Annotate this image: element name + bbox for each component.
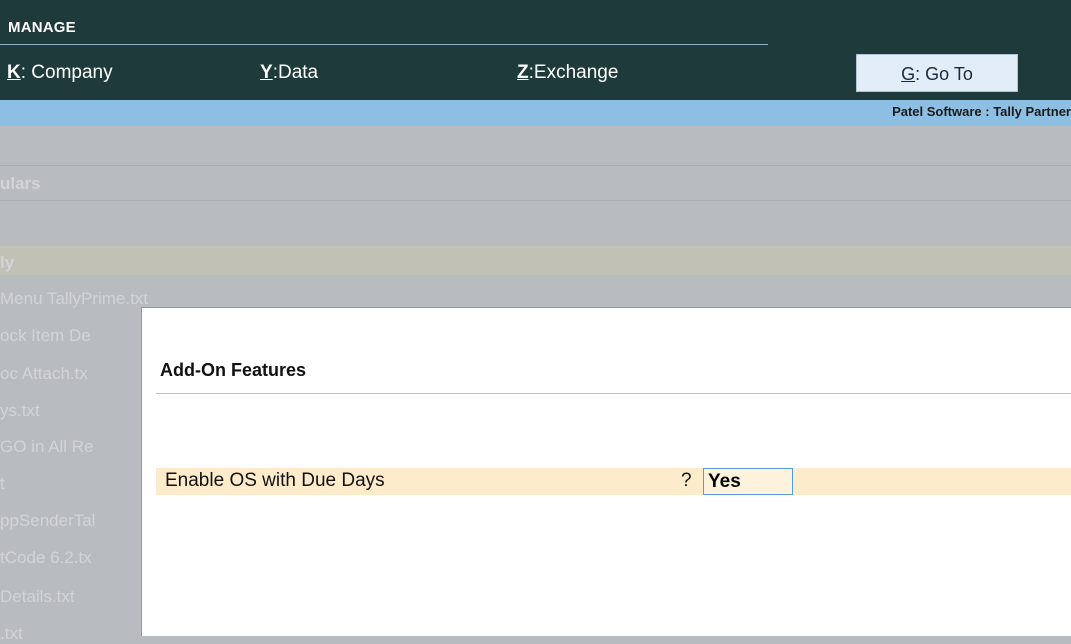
- exchange-menu-button[interactable]: Z:Exchange: [517, 62, 618, 84]
- background-heading: ulars: [0, 174, 41, 193]
- addon-features-panel: Add-On Features Enable OS with Due Days …: [141, 307, 1071, 636]
- partner-info: Patel Software : Tally Partner: [892, 104, 1071, 119]
- data-menu-label: Data: [277, 62, 319, 83]
- background-list-item: Menu TallyPrime.txt: [0, 289, 149, 308]
- enable-os-due-days-input[interactable]: Yes: [703, 468, 793, 495]
- bg-divider: [0, 165, 1071, 166]
- field-label: Enable OS with Due Days: [165, 470, 385, 491]
- company-colon: :: [20, 62, 27, 83]
- goto-colon: :: [915, 64, 921, 84]
- top-menu-bar: MANAGE K: Company Y:Data Z:Exchange G: G…: [0, 0, 1071, 100]
- company-menu-button[interactable]: K: Company: [7, 62, 113, 84]
- background-list-item: oc Attach.tx: [0, 364, 88, 383]
- background-selected-row: [0, 246, 1071, 275]
- field-question-mark: ?: [681, 470, 692, 491]
- manage-divider: [0, 44, 768, 45]
- data-shortcut-key: Y: [260, 62, 273, 83]
- company-shortcut-key: K: [7, 62, 21, 83]
- exchange-shortcut-key: Z: [517, 62, 529, 83]
- company-menu-label: Company: [31, 62, 113, 83]
- panel-divider: [156, 393, 1071, 394]
- manage-section-title: MANAGE: [8, 19, 76, 36]
- bg-divider: [0, 200, 1071, 201]
- background-list-item: ys.txt: [0, 401, 40, 420]
- background-list-item: tCode 6.2.tx: [0, 548, 92, 567]
- enable-os-due-days-row[interactable]: Enable OS with Due Days ? Yes: [156, 468, 1071, 495]
- panel-title: Add-On Features: [160, 360, 307, 380]
- background-list-item: .txt: [0, 624, 23, 643]
- data-menu-button[interactable]: Y:Data: [260, 62, 318, 84]
- goto-label: Go To: [925, 64, 973, 84]
- background-list-item: ppSenderTal: [0, 511, 96, 530]
- background-list-item: t: [0, 474, 5, 493]
- background-list-item: Details.txt: [0, 587, 75, 606]
- background-list-item: ock Item De: [0, 326, 91, 345]
- background-list-item: GO in All Re: [0, 437, 94, 456]
- goto-shortcut-key: G: [901, 64, 916, 84]
- goto-button[interactable]: G: Go To: [856, 54, 1018, 92]
- exchange-menu-label: Exchange: [533, 62, 619, 83]
- background-selected-text: ly: [0, 253, 15, 272]
